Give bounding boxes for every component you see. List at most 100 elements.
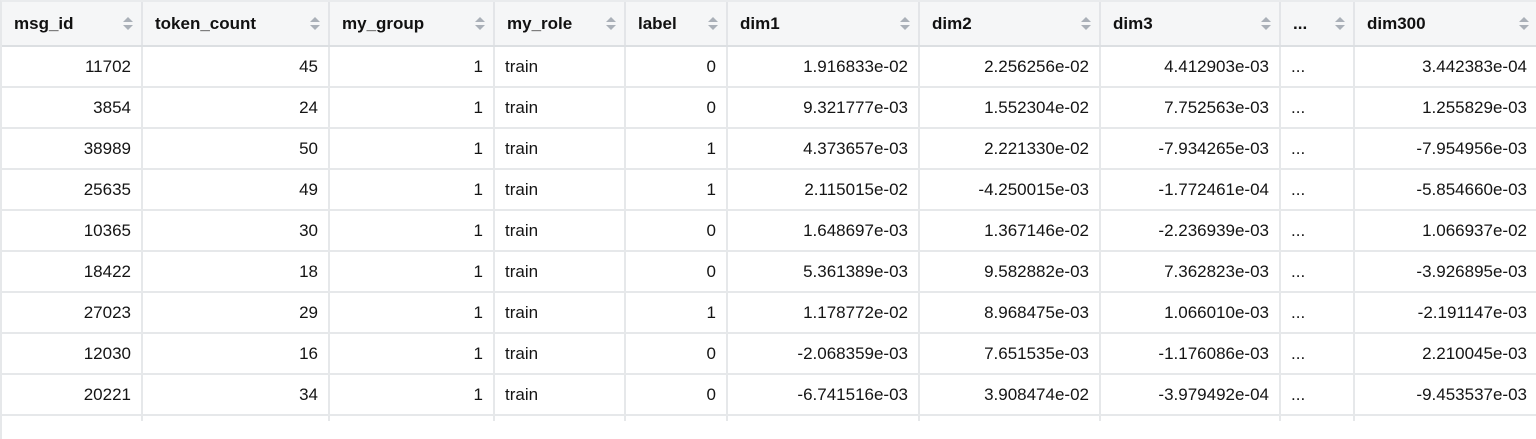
cell-dim3: -2.236939e-03 (1100, 210, 1281, 252)
cell-dim2: 2.256256e-02 (919, 46, 1101, 88)
cell-ellipsis: ... (1280, 292, 1355, 334)
table-row: 3854 24 1 train 0 9.321777e-03 1.552304e-02 7.7… (2, 87, 1536, 129)
cell-label: 0 (625, 87, 728, 129)
cell-dim1: 9.321777e-03 (727, 87, 920, 129)
cell-dim1: -2.068359e-03 (727, 333, 920, 375)
sort-descending-icon (310, 25, 320, 30)
column-header-label: dim2 (932, 13, 972, 33)
cell-dim3: -1.772461e-04 (1100, 169, 1281, 211)
cell-tokencount: 18 (142, 251, 330, 293)
column-header-myrole[interactable]: my_role (494, 2, 626, 47)
column-header-[interactable]: ... (1280, 2, 1355, 47)
cell-dim300: -3.926895e-03 (1354, 251, 1536, 293)
sort-descending-icon (1081, 25, 1091, 30)
cell-dim1: 1.178772e-02 (727, 292, 920, 334)
sort-descending-icon (1519, 25, 1529, 30)
cell-empty (2, 415, 143, 421)
column-header-mygroup[interactable]: my_group (329, 2, 495, 47)
cell-label: 0 (625, 46, 728, 88)
column-header-label: token_count (155, 13, 257, 33)
column-header-label: my_group (342, 13, 425, 33)
cell-msgid: 20221 (2, 374, 143, 416)
cell-msgid: 10365 (2, 210, 143, 252)
cell-msgid: 25635 (2, 169, 143, 211)
cell-msgid: 27023 (2, 292, 143, 334)
sort-arrows-icon[interactable] (606, 17, 616, 30)
cell-dim3: 1.066010e-03 (1100, 292, 1281, 334)
column-header-msgid[interactable]: msg_id (2, 2, 143, 47)
sort-arrows-icon[interactable] (708, 17, 718, 30)
sort-descending-icon (708, 25, 718, 30)
cell-ellipsis: ... (1280, 210, 1355, 252)
column-header-label: my_role (507, 13, 573, 33)
column-header-dim3[interactable]: dim3 (1100, 2, 1281, 47)
cell-tokencount: 24 (142, 87, 330, 129)
cell-dim2: 7.651535e-03 (919, 333, 1101, 375)
cell-dim2: 1.552304e-02 (919, 87, 1101, 129)
cell-dim300: 1.255829e-03 (1354, 87, 1536, 129)
cell-empty (142, 415, 330, 421)
cell-label: 0 (625, 251, 728, 293)
cell-myrole: train (494, 46, 626, 88)
column-header-dim300[interactable]: dim300 (1354, 2, 1536, 47)
column-header-label: dim3 (1113, 13, 1153, 33)
column-header-label: dim300 (1367, 13, 1426, 33)
table-row: 38989 50 1 train 1 4.373657e-03 2.221330e-02 -7… (2, 128, 1536, 170)
column-header-dim1[interactable]: dim1 (727, 2, 920, 47)
sort-arrows-icon[interactable] (475, 17, 485, 30)
table-row: 18422 18 1 train 0 5.361389e-03 9.582882e-03 7.… (2, 251, 1536, 293)
cell-myrole: train (494, 128, 626, 170)
cell-dim300: 2.210045e-03 (1354, 333, 1536, 375)
cell-tokencount: 49 (142, 169, 330, 211)
cell-tokencount: 50 (142, 128, 330, 170)
sort-arrows-icon[interactable] (1261, 17, 1271, 30)
sort-arrows-icon[interactable] (1519, 17, 1529, 30)
table-row: 27023 29 1 train 1 1.178772e-02 8.968475e-03 1.… (2, 292, 1536, 334)
cell-msgid: 12030 (2, 333, 143, 375)
cell-msgid: 3854 (2, 87, 143, 129)
cell-myrole: train (494, 210, 626, 252)
cell-dim3: -7.934265e-03 (1100, 128, 1281, 170)
cell-dim2: -4.250015e-03 (919, 169, 1101, 211)
sort-descending-icon (1335, 25, 1345, 30)
sort-arrows-icon[interactable] (1335, 17, 1345, 30)
cell-dim1: 4.373657e-03 (727, 128, 920, 170)
sort-ascending-icon (475, 17, 485, 22)
cell-msgid: 11702 (2, 46, 143, 88)
cell-mygroup: 1 (329, 128, 495, 170)
cell-tokencount: 16 (142, 333, 330, 375)
header-row: msg_id token_count my_group my_role label dim… (2, 2, 1536, 47)
sort-arrows-icon[interactable] (900, 17, 910, 30)
sort-arrows-icon[interactable] (1081, 17, 1091, 30)
sort-ascending-icon (123, 17, 133, 22)
cell-empty (1354, 415, 1536, 421)
cell-dim2: 9.582882e-03 (919, 251, 1101, 293)
cell-ellipsis: ... (1280, 46, 1355, 88)
column-header-tokencount[interactable]: token_count (142, 2, 330, 47)
cell-dim1: 1.916833e-02 (727, 46, 920, 88)
cell-dim2: 3.908474e-02 (919, 374, 1101, 416)
column-header-label: dim1 (740, 13, 780, 33)
cell-empty (329, 415, 495, 421)
cell-empty (1100, 415, 1281, 421)
table-row: 11702 45 1 train 0 1.916833e-02 2.256256e-02 4.… (2, 46, 1536, 88)
sort-arrows-icon[interactable] (310, 17, 320, 30)
cell-label: 0 (625, 210, 728, 252)
sort-ascending-icon (310, 17, 320, 22)
cell-tokencount: 29 (142, 292, 330, 334)
sort-ascending-icon (606, 17, 616, 22)
table-row-partial (2, 415, 1536, 421)
cell-myrole: train (494, 333, 626, 375)
cell-dim3: 4.412903e-03 (1100, 46, 1281, 88)
cell-dim300: -9.453537e-03 (1354, 374, 1536, 416)
column-header-dim2[interactable]: dim2 (919, 2, 1101, 47)
cell-dim2: 8.968475e-03 (919, 292, 1101, 334)
sort-descending-icon (123, 25, 133, 30)
cell-dim3: 7.752563e-03 (1100, 87, 1281, 129)
table-row: 12030 16 1 train 0 -2.068359e-03 7.651535e-03-… (2, 333, 1536, 375)
sort-arrows-icon[interactable] (123, 17, 133, 30)
cell-mygroup: 1 (329, 292, 495, 334)
cell-mygroup: 1 (329, 333, 495, 375)
cell-empty (494, 415, 626, 421)
column-header-label[interactable]: label (625, 2, 728, 47)
